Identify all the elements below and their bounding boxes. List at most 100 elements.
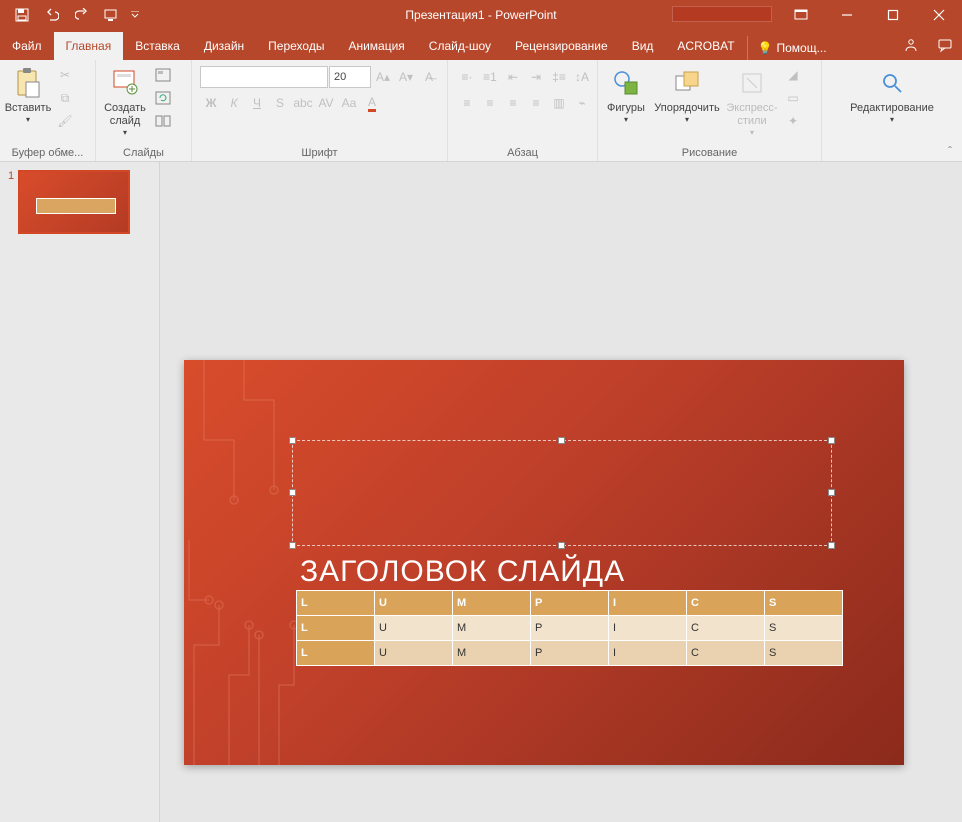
table-cell[interactable]: S xyxy=(765,616,843,641)
tab-acrobat[interactable]: ACROBAT xyxy=(665,32,746,60)
table-cell[interactable]: S xyxy=(765,641,843,666)
tab-insert[interactable]: Вставка xyxy=(123,32,192,60)
title-placeholder-selection[interactable] xyxy=(292,440,832,546)
paste-button[interactable]: Вставить ▾ xyxy=(4,64,52,127)
group-slides-label: Слайды xyxy=(100,147,187,161)
quick-styles-button[interactable]: Экспресс- стили▾ xyxy=(724,64,780,140)
table-cell[interactable]: P xyxy=(531,616,609,641)
tab-design[interactable]: Дизайн xyxy=(192,32,256,60)
qat-customize-button[interactable] xyxy=(128,1,142,29)
group-clipboard: Вставить ▾ ✂ ⧉ 🖌 Буфер обме... xyxy=(0,60,96,161)
change-case-button[interactable]: Aa xyxy=(338,92,360,114)
table-cell[interactable]: U xyxy=(375,591,453,616)
table-cell[interactable]: S xyxy=(765,591,843,616)
tab-animations[interactable]: Анимация xyxy=(336,32,416,60)
line-spacing-button[interactable]: ‡≡ xyxy=(548,66,570,88)
table-cell[interactable]: I xyxy=(609,641,687,666)
table-cell[interactable]: L xyxy=(297,616,375,641)
underline-button[interactable]: Ч xyxy=(246,92,268,114)
layout-button[interactable] xyxy=(152,64,174,86)
section-button[interactable] xyxy=(152,110,174,132)
group-font-label: Шрифт xyxy=(196,147,443,161)
table-cell[interactable]: C xyxy=(687,616,765,641)
table-cell[interactable]: P xyxy=(531,591,609,616)
table-cell[interactable]: I xyxy=(609,616,687,641)
shapes-button[interactable]: Фигуры▾ xyxy=(602,64,650,127)
char-spacing-button[interactable]: AV xyxy=(315,92,337,114)
table-cell[interactable]: M xyxy=(453,641,531,666)
clipboard-icon xyxy=(15,66,41,100)
slide-title-text[interactable]: ЗАГОЛОВОК СЛАЙДА xyxy=(300,555,625,589)
slide-thumbnail-1[interactable] xyxy=(18,170,130,234)
undo-button[interactable] xyxy=(38,1,66,29)
save-button[interactable] xyxy=(8,1,36,29)
font-size-combo[interactable]: 20 xyxy=(329,66,371,88)
comments-button[interactable] xyxy=(928,30,962,60)
close-button[interactable] xyxy=(916,0,962,30)
columns-button[interactable]: ▥ xyxy=(548,92,570,114)
tab-home[interactable]: Главная xyxy=(54,32,124,60)
table-cell[interactable]: U xyxy=(375,641,453,666)
font-family-combo[interactable] xyxy=(200,66,328,88)
copy-button[interactable]: ⧉ xyxy=(54,87,76,109)
redo-button[interactable] xyxy=(68,1,96,29)
tab-file[interactable]: Файл xyxy=(0,32,54,60)
shape-effects-button[interactable]: ✦ xyxy=(782,110,804,132)
share-button[interactable] xyxy=(894,30,928,60)
arrange-button[interactable]: Упорядочить▾ xyxy=(652,64,722,127)
table-cell[interactable]: M xyxy=(453,616,531,641)
table-row[interactable]: LUMPICS xyxy=(297,641,843,666)
slide-canvas[interactable]: ЗАГОЛОВОК СЛАЙДА LUMPICS LUMPICS LUMPICS xyxy=(160,162,962,822)
tab-view[interactable]: Вид xyxy=(620,32,666,60)
thumbnail-table-icon xyxy=(36,198,116,214)
reset-button[interactable] xyxy=(152,87,174,109)
maximize-button[interactable] xyxy=(870,0,916,30)
shape-fill-button[interactable]: ◢ xyxy=(782,64,804,86)
table-row[interactable]: LUMPICS xyxy=(297,591,843,616)
table-cell[interactable]: U xyxy=(375,616,453,641)
tab-transitions[interactable]: Переходы xyxy=(256,32,336,60)
table-cell[interactable]: L xyxy=(297,641,375,666)
cut-button[interactable]: ✂ xyxy=(54,64,76,86)
table-cell[interactable]: M xyxy=(453,591,531,616)
minimize-button[interactable] xyxy=(824,0,870,30)
smartart-button[interactable]: ⌁ xyxy=(571,92,593,114)
editing-button[interactable]: Редактирование▾ xyxy=(842,64,942,127)
table-row[interactable]: LUMPICS xyxy=(297,616,843,641)
table-cell[interactable]: P xyxy=(531,641,609,666)
shadow-button[interactable]: S xyxy=(269,92,291,114)
justify-button[interactable]: ≡ xyxy=(525,92,547,114)
italic-button[interactable]: К xyxy=(223,92,245,114)
bold-button[interactable]: Ж xyxy=(200,92,222,114)
increase-indent-button[interactable]: ⇥ xyxy=(525,66,547,88)
table-cell[interactable]: C xyxy=(687,591,765,616)
slide[interactable]: ЗАГОЛОВОК СЛАЙДА LUMPICS LUMPICS LUMPICS xyxy=(184,360,904,765)
align-left-button[interactable]: ≡ xyxy=(456,92,478,114)
new-slide-button[interactable]: Создать слайд ▾ xyxy=(100,64,150,140)
bullets-button[interactable]: ≡· xyxy=(456,66,478,88)
start-from-beginning-button[interactable] xyxy=(98,1,126,29)
decrease-indent-button[interactable]: ⇤ xyxy=(502,66,524,88)
clear-formatting-button[interactable]: A̶ xyxy=(418,66,440,88)
table-cell[interactable]: C xyxy=(687,641,765,666)
tab-review[interactable]: Рецензирование xyxy=(503,32,620,60)
ribbon-display-options-button[interactable] xyxy=(778,0,824,30)
decrease-font-button[interactable]: A▾ xyxy=(395,66,417,88)
increase-font-button[interactable]: A▴ xyxy=(372,66,394,88)
font-size-value: 20 xyxy=(334,71,346,83)
new-slide-label: Создать слайд xyxy=(104,102,146,128)
align-center-button[interactable]: ≡ xyxy=(479,92,501,114)
strikethrough-button[interactable]: abc xyxy=(292,92,314,114)
format-painter-button[interactable]: 🖌 xyxy=(54,110,76,132)
tell-me-box[interactable]: 💡 Помощ... xyxy=(747,36,837,60)
tab-slideshow[interactable]: Слайд-шоу xyxy=(417,32,503,60)
align-right-button[interactable]: ≡ xyxy=(502,92,524,114)
slide-table[interactable]: LUMPICS LUMPICS LUMPICS xyxy=(296,590,843,666)
text-direction-button[interactable]: ↕A xyxy=(571,66,593,88)
numbering-button[interactable]: ≡1 xyxy=(479,66,501,88)
table-cell[interactable]: L xyxy=(297,591,375,616)
collapse-ribbon-button[interactable]: ˆ xyxy=(942,143,958,159)
table-cell[interactable]: I xyxy=(609,591,687,616)
font-color-button[interactable]: A xyxy=(361,92,383,114)
shape-outline-button[interactable]: ▭ xyxy=(782,87,804,109)
